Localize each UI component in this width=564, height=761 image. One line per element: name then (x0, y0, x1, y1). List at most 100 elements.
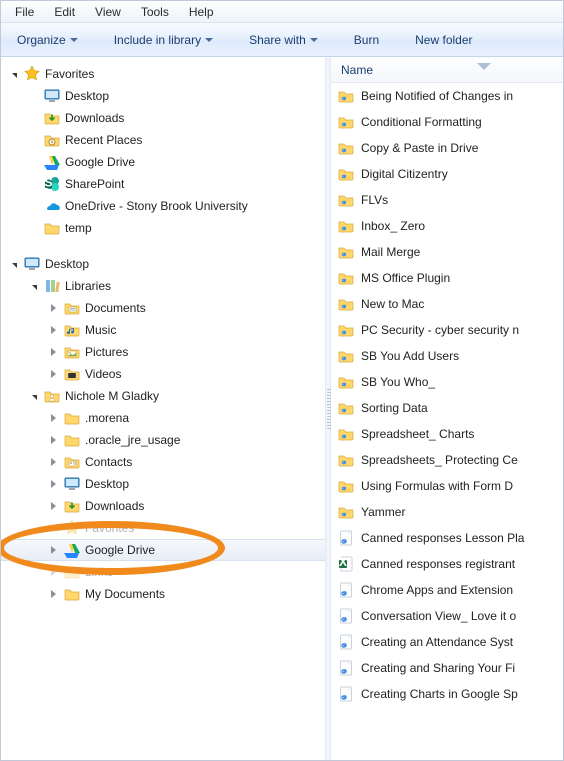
gdrive-icon (43, 153, 61, 171)
file-item[interactable]: Conditional Formatting (331, 109, 563, 135)
menu-tools[interactable]: Tools (131, 3, 179, 21)
user-item-1[interactable]: .oracle_jre_usage (1, 429, 325, 451)
library-item-1[interactable]: Music (1, 319, 325, 341)
file-item[interactable]: Inbox_ Zero (331, 213, 563, 239)
tree-favorites[interactable]: Favorites (1, 63, 325, 85)
collapse-icon[interactable] (27, 280, 39, 292)
expand-icon[interactable] (47, 412, 59, 424)
expand-icon[interactable] (47, 368, 59, 380)
expand-icon[interactable] (47, 302, 59, 314)
user-item-6[interactable]: Google Drive (1, 539, 325, 561)
expand-icon[interactable] (47, 324, 59, 336)
burn-button[interactable]: Burn (348, 30, 385, 50)
gfolder-icon (337, 243, 355, 261)
menu-help[interactable]: Help (179, 3, 224, 21)
file-item[interactable]: Sorting Data (331, 395, 563, 421)
library-item-2[interactable]: Pictures (1, 341, 325, 363)
expand-icon[interactable] (47, 544, 59, 556)
file-item[interactable]: Canned responses registrant (331, 551, 563, 577)
file-item[interactable]: Spreadsheets_ Protecting Ce (331, 447, 563, 473)
menu-view[interactable]: View (85, 3, 131, 21)
file-item[interactable]: SB You Who_ (331, 369, 563, 395)
file-item[interactable]: Using Formulas with Form D (331, 473, 563, 499)
favorites-item-5[interactable]: OneDrive - Stony Brook University (1, 195, 325, 217)
file-name-label: Inbox_ Zero (361, 219, 425, 233)
file-item[interactable]: Creating Charts in Google Sp (331, 681, 563, 707)
tree-desktop[interactable]: Desktop (1, 253, 325, 275)
user-item-0[interactable]: .morena (1, 407, 325, 429)
user-item-3[interactable]: Desktop (1, 473, 325, 495)
file-item[interactable]: FLVs (331, 187, 563, 213)
menu-edit[interactable]: Edit (44, 3, 85, 21)
file-item[interactable]: Mail Merge (331, 239, 563, 265)
expand-icon[interactable] (47, 456, 59, 468)
file-item[interactable]: Conversation View_ Love it o (331, 603, 563, 629)
file-name-label: Spreadsheets_ Protecting Ce (361, 453, 518, 467)
expand-icon[interactable] (47, 434, 59, 446)
file-item[interactable]: Creating and Sharing Your Fi (331, 655, 563, 681)
tree-item-label: Desktop (45, 257, 89, 271)
share-with-button[interactable]: Share with (243, 30, 324, 50)
file-item[interactable]: PC Security - cyber security n (331, 317, 563, 343)
favorites-item-4[interactable]: SharePoint (1, 173, 325, 195)
user-item-5[interactable]: Favorites (1, 517, 325, 539)
collapse-icon[interactable] (7, 258, 19, 270)
user-item-4[interactable]: Downloads (1, 495, 325, 517)
expand-icon[interactable] (47, 522, 59, 534)
favorites-item-1[interactable]: Downloads (1, 107, 325, 129)
file-item[interactable]: New to Mac (331, 291, 563, 317)
column-header-name[interactable]: Name (331, 57, 563, 83)
gfolder-icon (337, 87, 355, 105)
user-item-7[interactable]: Links (1, 561, 325, 583)
pane-splitter[interactable] (325, 57, 331, 760)
new-folder-button[interactable]: New folder (409, 30, 478, 50)
favorites-item-3[interactable]: Google Drive (1, 151, 325, 173)
file-name-label: Chrome Apps and Extension (361, 583, 513, 597)
gdrive-icon (63, 541, 81, 559)
tree-libraries[interactable]: Libraries (1, 275, 325, 297)
tree-user-folder[interactable]: Nichole M Gladky (1, 385, 325, 407)
library-item-3[interactable]: Videos (1, 363, 325, 385)
collapse-icon[interactable] (7, 68, 19, 80)
expand-icon[interactable] (47, 500, 59, 512)
file-name-label: Yammer (361, 505, 405, 519)
expand-icon[interactable] (47, 588, 59, 600)
file-item[interactable]: Creating an Attendance Syst (331, 629, 563, 655)
file-item[interactable]: Copy & Paste in Drive (331, 135, 563, 161)
favorites-folder-icon (63, 519, 81, 537)
include-in-library-button[interactable]: Include in library (108, 30, 219, 50)
file-item[interactable]: Digital Citizentry (331, 161, 563, 187)
recent-icon (43, 131, 61, 149)
favorites-item-0[interactable]: Desktop (1, 85, 325, 107)
user-icon (43, 387, 61, 405)
expand-icon[interactable] (47, 346, 59, 358)
expand-icon[interactable] (47, 478, 59, 490)
folder-icon (63, 409, 81, 427)
expand-icon[interactable] (47, 566, 59, 578)
gfolder-icon (337, 113, 355, 131)
navigation-pane[interactable]: Favorites Desktop Downloads Recent Place… (1, 57, 325, 760)
tree-item-label: Desktop (65, 89, 109, 103)
file-item[interactable]: SB You Add Users (331, 343, 563, 369)
file-item[interactable]: Spreadsheet_ Charts (331, 421, 563, 447)
tree-spacer (27, 200, 39, 212)
file-list[interactable]: Being Notified of Changes in Conditional… (331, 83, 563, 760)
collapse-icon[interactable] (27, 390, 39, 402)
organize-button[interactable]: Organize (11, 30, 84, 50)
user-item-8[interactable]: My Documents (1, 583, 325, 605)
file-name-label: Spreadsheet_ Charts (361, 427, 474, 441)
file-item[interactable]: Yammer (331, 499, 563, 525)
file-item[interactable]: Being Notified of Changes in (331, 83, 563, 109)
tree-spacer (27, 134, 39, 146)
favorites-item-6[interactable]: temp (1, 217, 325, 239)
favorites-item-2[interactable]: Recent Places (1, 129, 325, 151)
toolbar: Organize Include in library Share with B… (1, 23, 563, 57)
lib-music-icon (63, 321, 81, 339)
file-item[interactable]: Canned responses Lesson Pla (331, 525, 563, 551)
file-item[interactable]: MS Office Plugin (331, 265, 563, 291)
file-name-label: MS Office Plugin (361, 271, 450, 285)
user-item-2[interactable]: Contacts (1, 451, 325, 473)
file-item[interactable]: Chrome Apps and Extension (331, 577, 563, 603)
library-item-0[interactable]: Documents (1, 297, 325, 319)
menu-file[interactable]: File (5, 3, 44, 21)
